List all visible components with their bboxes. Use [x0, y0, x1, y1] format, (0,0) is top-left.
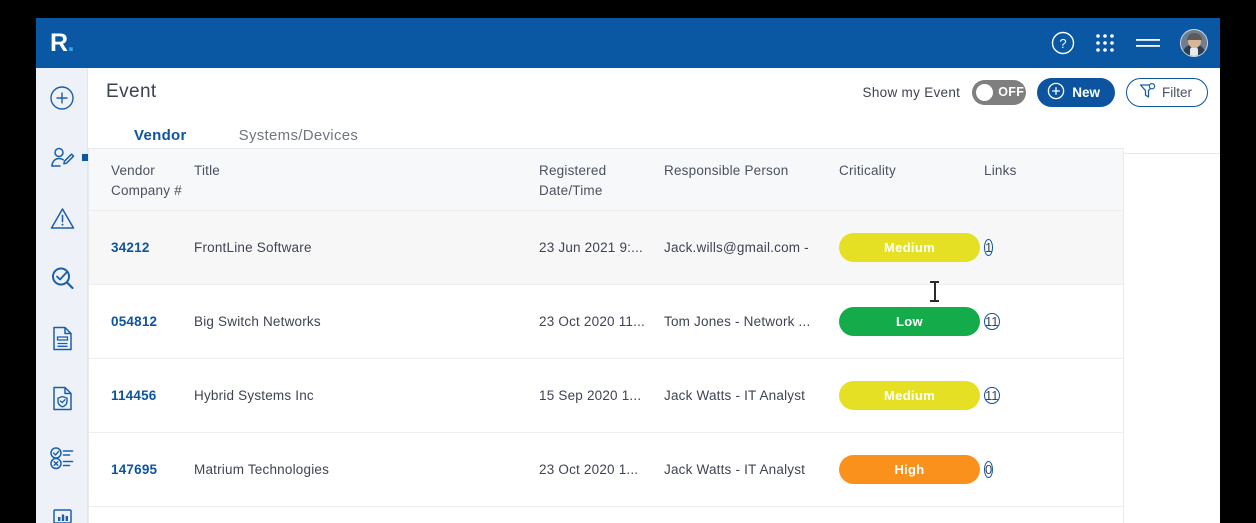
table-row[interactable]: 34212 FrontLine Software 23 Jun 2021 9:.… [89, 211, 1123, 285]
filter-button-label: Filter [1162, 84, 1192, 100]
criticality-badge[interactable]: Low [839, 307, 980, 336]
criticality-badge[interactable]: Medium [839, 381, 980, 410]
sidebar-item-add[interactable] [36, 68, 88, 128]
sidebar-item-reports[interactable] [36, 488, 88, 523]
column-header-line1: Registered [539, 163, 607, 178]
show-my-event-toggle[interactable]: OFF [972, 79, 1027, 105]
cell-title: Big Switch Networks [194, 314, 321, 329]
sidebar-item-checklist[interactable] [36, 428, 88, 488]
cell-links: 1 [984, 235, 1074, 260]
cell-vendor-company[interactable]: 054812 [89, 314, 194, 329]
left-sidebar [36, 68, 89, 523]
table-row[interactable]: 147695 Matrium Technologies 23 Oct 2020 … [89, 433, 1123, 507]
filter-button[interactable]: Filter [1126, 77, 1208, 107]
cell-criticality: Medium [839, 233, 984, 262]
plus-circle-icon [1047, 82, 1065, 103]
logo-dot: . [67, 28, 75, 57]
top-bar-actions: ? [1051, 18, 1208, 68]
top-navigation-bar: R. ? [36, 18, 1220, 68]
cell-links: 11 [984, 309, 1074, 334]
cell-registered-datetime: 23 Oct 2020 1... [539, 462, 639, 477]
column-header-criticality: Criticality [839, 161, 984, 181]
cell-title: Matrium Technologies [194, 462, 330, 477]
cell-registered-datetime: 15 Sep 2020 1... [539, 388, 642, 403]
avatar-hair [1186, 33, 1202, 40]
cell-criticality: High [839, 455, 984, 484]
table-header-row: Vendor Company # Title Registered Date/T… [89, 149, 1123, 211]
links-count-badge[interactable]: 11 [984, 313, 1000, 330]
column-header-vendor-company: Vendor Company # [89, 161, 194, 201]
new-button[interactable]: New [1037, 77, 1115, 107]
help-icon[interactable]: ? [1051, 31, 1075, 55]
column-header-links: Links [984, 161, 1074, 181]
links-count-badge[interactable]: 0 [984, 461, 994, 478]
cell-links: 0 [984, 457, 1074, 482]
column-header-line2: Company # [111, 183, 182, 198]
sidebar-item-user-edit[interactable] [36, 128, 89, 188]
cell-responsible-person: Jack Watts - IT Analyst [664, 462, 806, 477]
hamburger-menu-icon[interactable] [1135, 34, 1161, 52]
new-button-label: New [1072, 84, 1100, 100]
show-my-event-label: Show my Event [862, 84, 961, 100]
column-header-line1: Responsible Person [664, 163, 789, 178]
header-actions: Show my Event OFF New Filter [863, 68, 1208, 116]
event-table: Vendor Company # Title Registered Date/T… [88, 148, 1124, 523]
table-row[interactable]: 054812 Big Switch Networks 23 Oct 2020 1… [89, 285, 1123, 359]
cell-links: 11 [984, 383, 1074, 408]
cell-vendor-company[interactable]: 147695 [89, 462, 194, 477]
toggle-state-label: OFF [998, 85, 1025, 99]
column-header-title: Title [194, 161, 539, 181]
sidebar-item-documents[interactable] [36, 308, 88, 368]
toggle-knob [976, 83, 994, 101]
column-header-line1: Criticality [839, 163, 896, 178]
cell-registered-datetime: 23 Jun 2021 9:... [539, 240, 643, 255]
page-title: Event [106, 81, 157, 102]
avatar[interactable] [1180, 29, 1208, 57]
cell-title: Hybrid Systems Inc [194, 388, 314, 403]
links-count-badge[interactable]: 11 [984, 387, 1000, 404]
app-logo[interactable]: R. [36, 18, 88, 68]
cell-responsible-person: Jack.wills@gmail.com - [664, 240, 809, 255]
cell-criticality: Low [839, 307, 984, 336]
cell-registered-datetime: 23 Oct 2020 11... [539, 314, 645, 329]
page-header: Event Show my Event OFF New Filter [88, 68, 1220, 116]
cell-vendor-company[interactable]: 114456 [89, 388, 194, 403]
criticality-badge[interactable]: Medium [839, 233, 980, 262]
column-header-registered-datetime: Registered Date/Time [539, 161, 664, 201]
svg-text:?: ? [1059, 36, 1066, 51]
cell-responsible-person: Jack Watts - IT Analyst [664, 388, 806, 403]
avatar-shirt [1190, 47, 1198, 56]
column-header-line2: Date/Time [539, 183, 603, 198]
sidebar-item-risk[interactable] [36, 188, 88, 248]
sidebar-item-audit[interactable] [36, 248, 88, 308]
cell-responsible-person: Tom Jones - Network ... [664, 314, 811, 329]
filter-funnel-icon [1138, 82, 1156, 103]
criticality-badge[interactable]: High [839, 455, 980, 484]
logo-text: R [49, 28, 68, 57]
cell-criticality: Medium [839, 381, 984, 410]
apps-grid-icon[interactable] [1094, 32, 1116, 54]
app-window: R. ? Event Show my Event OFF New Filter … [36, 18, 1220, 523]
sidebar-item-policy[interactable] [36, 368, 88, 428]
cell-title: FrontLine Software [194, 240, 312, 255]
column-header-line1: Vendor [111, 163, 155, 178]
column-header-responsible-person: Responsible Person [664, 161, 839, 181]
table-row[interactable]: 114456 Hybrid Systems Inc 15 Sep 2020 1.… [89, 359, 1123, 433]
cell-vendor-company[interactable]: 34212 [89, 240, 194, 255]
column-header-line1: Links [984, 163, 1017, 178]
links-count-badge[interactable]: 1 [984, 239, 994, 256]
column-header-line1: Title [194, 163, 221, 178]
